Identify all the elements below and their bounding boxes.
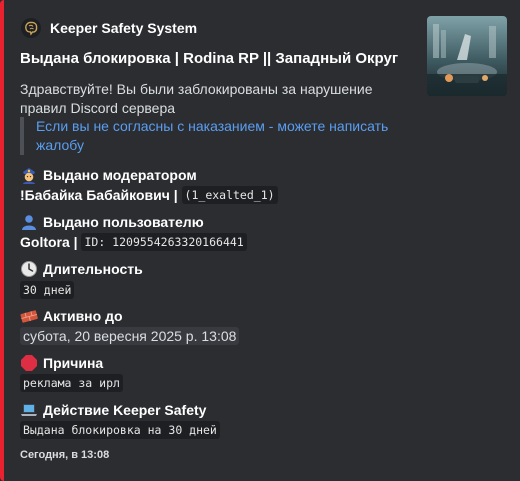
reason-value: реклама за ирл xyxy=(20,374,123,392)
ban-notification-embed: Keeper Safety System Выдана блокировка |… xyxy=(0,0,520,481)
field-action-value: Выдана блокировка на 30 дней xyxy=(20,421,220,439)
field-moderator-value: !Бабайка Бабайкович | (1_exalted_1) xyxy=(20,186,278,204)
clock-icon xyxy=(20,260,38,278)
stop-sign-icon xyxy=(20,354,38,372)
field-active-until-label: Активно до xyxy=(43,308,123,324)
brain-icon[interactable] xyxy=(20,17,42,39)
field-reason-value: реклама за ирл xyxy=(20,374,123,392)
moderator-name: !Бабайка Бабайкович | xyxy=(20,187,178,203)
field-duration-label: Длительность xyxy=(43,261,143,277)
embed-title: Выдана блокировка | Rodina RP || Западны… xyxy=(20,50,399,67)
field-reason-label: Причина xyxy=(43,355,104,371)
field-moderator-name: Выдано модератором xyxy=(20,166,197,184)
field-duration-name: Длительность xyxy=(20,260,143,278)
thumbnail-image[interactable] xyxy=(427,16,507,96)
field-duration-value: 30 дней xyxy=(20,281,75,299)
user-name: Goltora | xyxy=(20,234,78,250)
author-name[interactable]: Keeper Safety System xyxy=(50,20,197,36)
field-moderator-label: Выдано модератором xyxy=(43,167,197,183)
field-reason-name: Причина xyxy=(20,354,103,372)
action-value: Выдана блокировка на 30 дней xyxy=(20,421,220,439)
field-active-until-name: Активно до xyxy=(20,307,123,325)
police-officer-icon xyxy=(20,166,38,184)
duration-value: 30 дней xyxy=(20,281,75,299)
embed-author: Keeper Safety System xyxy=(20,17,197,39)
brick-icon xyxy=(20,307,38,325)
field-user-name: Выдано пользователю xyxy=(20,213,204,231)
field-user-label: Выдано пользователю xyxy=(43,214,204,230)
embed-description: Здравствуйте! Вы были заблокированы за н… xyxy=(20,81,373,116)
moderator-username: (1_exalted_1) xyxy=(181,186,278,204)
field-active-until-value: субота, 20 вересня 2025 р. 13:08 xyxy=(20,327,240,345)
field-user-value: Goltora | ID: 1209554263320166441 xyxy=(20,233,247,251)
field-action-name: Действие Keeper Safety xyxy=(20,401,206,419)
bust-in-silhouette-icon xyxy=(20,213,38,231)
field-action-label: Действие Keeper Safety xyxy=(43,402,207,418)
embed-footer-timestamp: Сегодня, в 13:08 xyxy=(20,449,110,461)
laptop-icon xyxy=(20,401,38,419)
appeal-quote: Если вы не согласны с наказанием - может… xyxy=(20,117,416,155)
user-id: ID: 1209554263320166441 xyxy=(81,233,247,251)
active-until-timestamp[interactable]: субота, 20 вересня 2025 р. 13:08 xyxy=(20,327,240,345)
